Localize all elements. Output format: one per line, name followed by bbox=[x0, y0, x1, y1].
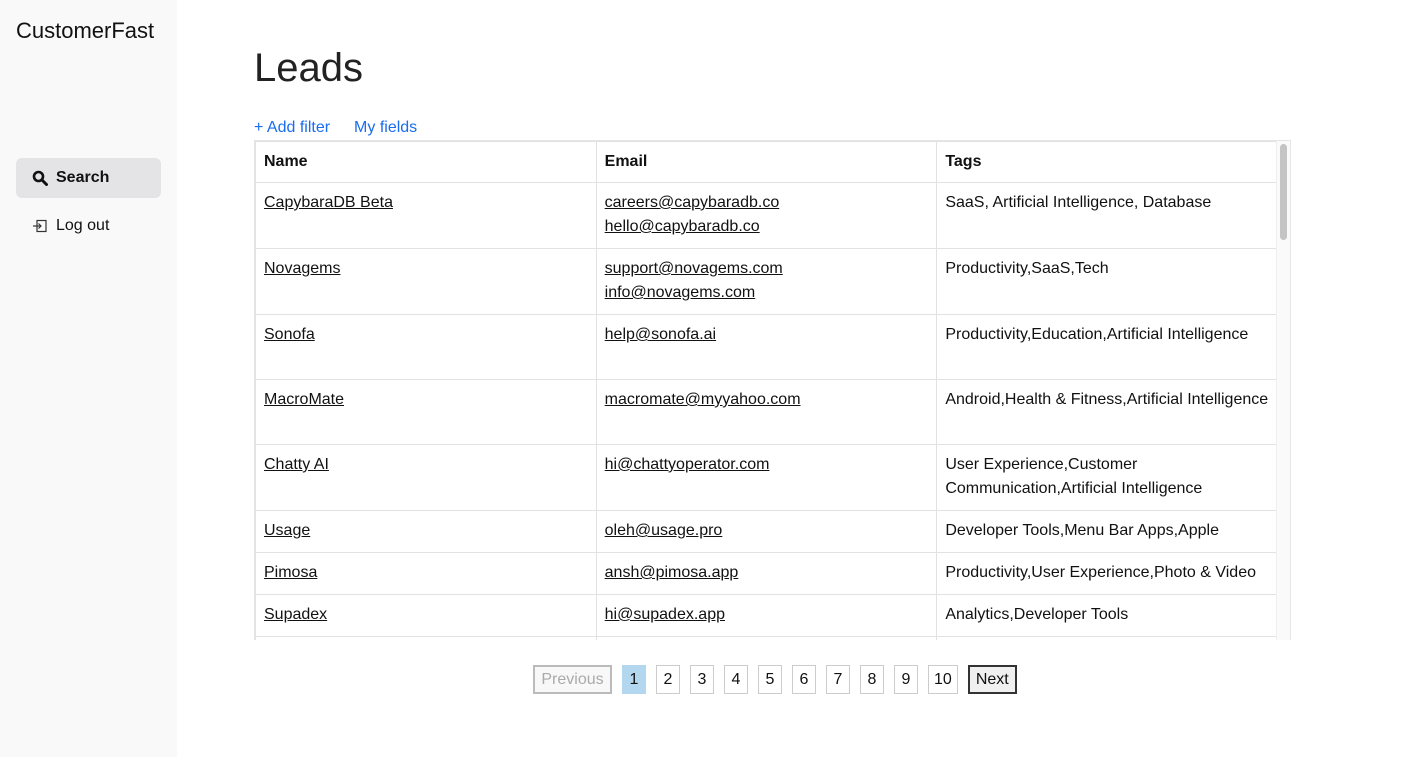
lead-email-link[interactable]: info@novagems.com bbox=[605, 284, 756, 301]
search-icon bbox=[32, 170, 48, 186]
tags-cell: Productivity,Education,Artificial Intell… bbox=[936, 314, 1278, 380]
lead-name-link[interactable]: Supadex bbox=[264, 606, 327, 623]
name-cell: Usage bbox=[255, 510, 597, 553]
tags-cell: Developer Tools,Menu Bar Apps,Apple bbox=[936, 510, 1278, 553]
app-title: CustomerFast bbox=[16, 18, 155, 43]
table-row: Supadex hi@supadex.app Analytics,Developer… bbox=[255, 594, 1278, 637]
lead-email-link[interactable]: help@sonofa.ai bbox=[605, 326, 716, 343]
page-5-button[interactable]: 5 bbox=[758, 665, 782, 694]
tags-cell: Android,Health & Fitness,Artificial Inte… bbox=[936, 379, 1278, 445]
email-cell: help@sonofa.ai bbox=[595, 314, 938, 380]
table-row: Novagems support@novagems.com info@novagem… bbox=[255, 248, 1278, 315]
email-cell: macromate@myyahoo.com bbox=[595, 379, 938, 445]
page-title: Leads bbox=[254, 46, 363, 90]
table-row: Pimosa ansh@pimosa.app Productivity,User E… bbox=[255, 552, 1278, 595]
page-6-button[interactable]: 6 bbox=[792, 665, 816, 694]
my-fields-link[interactable]: My fields bbox=[354, 119, 417, 137]
lead-email-link[interactable]: macromate@myyahoo.com bbox=[605, 391, 801, 408]
scrollbar-thumb[interactable] bbox=[1280, 144, 1287, 240]
name-cell: Supadex bbox=[255, 594, 597, 637]
name-cell: Novagems bbox=[255, 248, 597, 315]
sidebar: CustomerFast Search Log out bbox=[0, 0, 177, 757]
page-1-button[interactable]: 1 bbox=[622, 665, 646, 694]
name-cell: TechIns8 bbox=[255, 636, 597, 640]
tags-cell: SaaS,Artificial Intelligence,Career bbox=[936, 636, 1278, 640]
email-cell: hi@supadex.app bbox=[595, 594, 938, 637]
table-row: MacroMate macromate@myyahoo.com Android,He… bbox=[255, 379, 1278, 445]
next-button[interactable]: Next bbox=[967, 665, 1017, 694]
lead-name-link[interactable]: CapybaraDB Beta bbox=[264, 194, 393, 211]
table-row: CapybaraDB Beta careers@capybaradb.co hell… bbox=[255, 182, 1278, 249]
leads-table: Name Email Tags CapybaraDB Beta careers@c… bbox=[255, 141, 1278, 640]
sidebar-item-label: Search bbox=[56, 169, 110, 186]
page-8-button[interactable]: 8 bbox=[860, 665, 884, 694]
lead-name-link[interactable]: Usage bbox=[264, 522, 310, 539]
sidebar-item-logout[interactable]: Log out bbox=[16, 206, 161, 246]
name-cell: Sonofa bbox=[255, 314, 597, 380]
column-header-name: Name bbox=[255, 141, 597, 183]
leads-table-container: Name Email Tags CapybaraDB Beta careers@c… bbox=[254, 140, 1291, 640]
page-7-button[interactable]: 7 bbox=[826, 665, 850, 694]
email-cell: hi@chattyoperator.com bbox=[595, 444, 938, 511]
lead-name-link[interactable]: Chatty AI bbox=[264, 456, 329, 473]
tags-cell: SaaS, Artificial Intelligence, Database bbox=[936, 182, 1278, 249]
name-cell: CapybaraDB Beta bbox=[255, 182, 597, 249]
page-9-button[interactable]: 9 bbox=[894, 665, 918, 694]
page-4-button[interactable]: 4 bbox=[724, 665, 748, 694]
page-10-button[interactable]: 10 bbox=[928, 665, 958, 694]
tags-cell: Analytics,Developer Tools bbox=[936, 594, 1278, 637]
name-cell: Pimosa bbox=[255, 552, 597, 595]
email-cell: oleh@usage.pro bbox=[595, 510, 938, 553]
table-row: TechIns8contact@techins8.comSaaS,Artific… bbox=[255, 636, 1278, 640]
tags-cell: Productivity,User Experience,Photo & Vid… bbox=[936, 552, 1278, 595]
email-cell: contact@techins8.com bbox=[595, 636, 938, 640]
lead-email-link[interactable]: hi@supadex.app bbox=[605, 606, 725, 623]
column-header-email: Email bbox=[595, 141, 938, 183]
lead-name-link[interactable]: Novagems bbox=[264, 260, 340, 277]
name-cell: Chatty AI bbox=[255, 444, 597, 511]
email-cell: support@novagems.com info@novagems.com bbox=[595, 248, 938, 315]
email-cell: careers@capybaradb.co hello@capybaradb.co bbox=[595, 182, 938, 249]
lead-email-link[interactable]: hi@chattyoperator.com bbox=[605, 456, 770, 473]
table-row: Sonofa help@sonofa.ai Productivity,Educati… bbox=[255, 314, 1278, 380]
sidebar-item-label: Log out bbox=[56, 217, 110, 234]
sidebar-item-search[interactable]: Search bbox=[16, 158, 161, 198]
lead-email-link[interactable]: hello@capybaradb.co bbox=[605, 218, 760, 235]
column-header-tags: Tags bbox=[936, 141, 1278, 183]
table-row: Chatty AI hi@chattyoperator.com User Exper… bbox=[255, 444, 1278, 511]
lead-email-link[interactable]: careers@capybaradb.co bbox=[605, 194, 780, 211]
tags-cell: User Experience,Customer Communication,A… bbox=[936, 444, 1278, 511]
lead-email-link[interactable]: support@novagems.com bbox=[605, 260, 783, 277]
pagination: Previous 1 2 3 4 5 6 7 8 9 10 Next bbox=[533, 665, 1017, 694]
name-cell: MacroMate bbox=[255, 379, 597, 445]
table-row: Usage oleh@usage.pro Developer Tools,Menu … bbox=[255, 510, 1278, 553]
lead-name-link[interactable]: Sonofa bbox=[264, 326, 315, 343]
add-filter-link[interactable]: + Add filter bbox=[254, 119, 330, 137]
page-2-button[interactable]: 2 bbox=[656, 665, 680, 694]
lead-email-link[interactable]: oleh@usage.pro bbox=[605, 522, 723, 539]
email-cell: ansh@pimosa.app bbox=[595, 552, 938, 595]
page-3-button[interactable]: 3 bbox=[690, 665, 714, 694]
tags-cell: Productivity,SaaS,Tech bbox=[936, 248, 1278, 315]
table-scrollbar[interactable] bbox=[1276, 141, 1290, 640]
previous-button[interactable]: Previous bbox=[533, 665, 612, 694]
lead-name-link[interactable]: Pimosa bbox=[264, 564, 317, 581]
lead-email-link[interactable]: ansh@pimosa.app bbox=[605, 564, 739, 581]
lead-name-link[interactable]: MacroMate bbox=[264, 391, 344, 408]
logout-icon bbox=[33, 219, 47, 233]
